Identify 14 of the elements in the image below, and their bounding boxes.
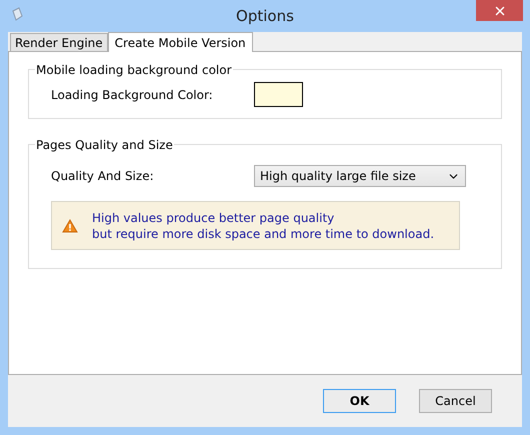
field-label: Quality And Size: [51,168,155,185]
warning-text: High values produce better page quality [92,210,336,226]
app-icon [11,7,23,21]
dialog-button[interactable]: Cancel [419,389,492,413]
warning-icon [62,218,78,232]
tab[interactable]: Create Mobile Version [108,32,253,52]
close-button[interactable] [476,0,523,21]
window-title: Options [236,6,294,27]
field-label: Loading Background Color: [51,87,214,104]
quality-dropdown[interactable]: High quality large file size [254,165,466,187]
color-swatch[interactable] [254,82,303,106]
dialog-button[interactable]: OK [323,389,396,413]
tab[interactable]: Render Engine [10,33,108,51]
warning-text: but require more disk space and more time to download. [92,226,434,242]
